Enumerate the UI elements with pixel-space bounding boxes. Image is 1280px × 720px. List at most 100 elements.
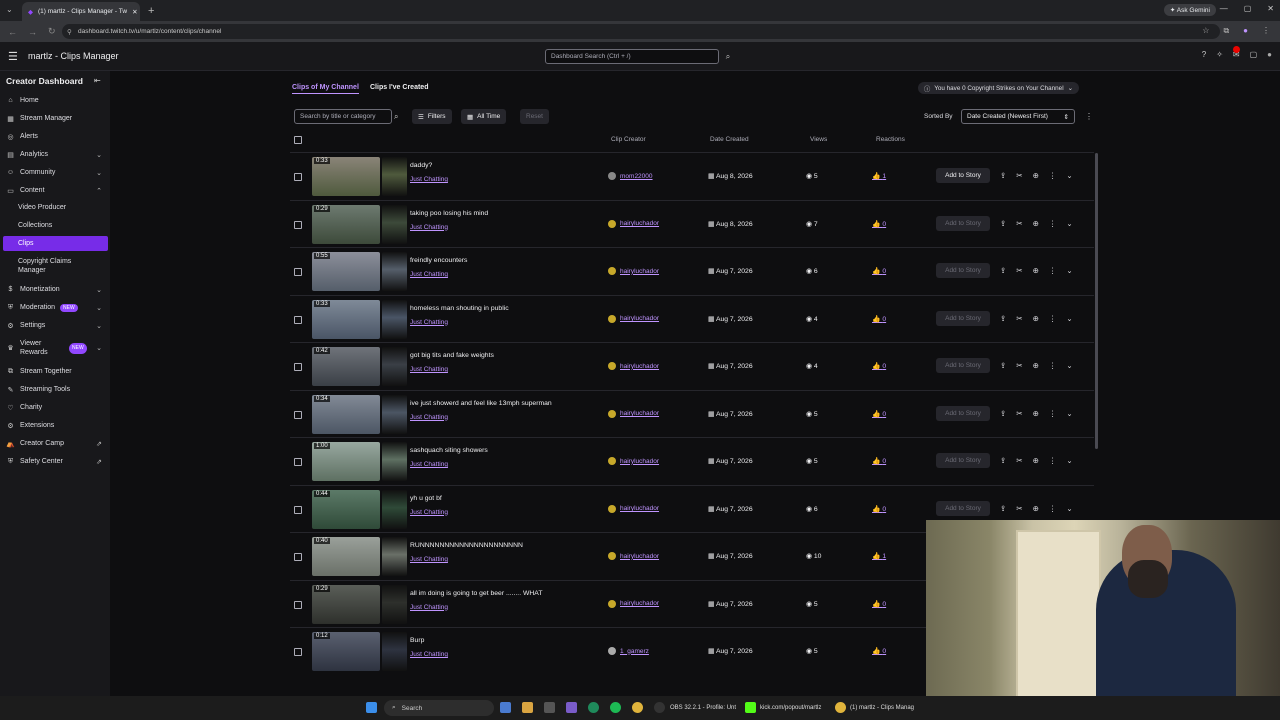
clip-category[interactable]: Just Chatting: [410, 604, 448, 611]
site-info-icon[interactable]: ⚲: [67, 28, 72, 36]
clip-thumbnail-secondary[interactable]: [382, 394, 407, 434]
clip-creator[interactable]: 1_gamerz: [608, 647, 649, 655]
more-options-icon[interactable]: ⋮: [1049, 361, 1057, 370]
taskbar-obs-label[interactable]: OBS 32.2.1 - Profile: Unt: [670, 705, 736, 711]
chevron-down-icon[interactable]: ⌄: [1066, 456, 1072, 465]
minimize-icon[interactable]: —: [1220, 4, 1228, 13]
clip-thumbnail-secondary[interactable]: [382, 299, 407, 339]
copilot-icon[interactable]: [500, 702, 511, 713]
share-icon[interactable]: ⇪: [1000, 409, 1006, 418]
filters-button[interactable]: ☰ Filters: [412, 109, 452, 124]
row-checkbox[interactable]: [294, 600, 302, 609]
row-checkbox[interactable]: [294, 220, 302, 229]
extensions-icon[interactable]: ⧉: [1223, 26, 1229, 36]
clip-reactions[interactable]: 👍 0: [872, 647, 886, 655]
clip-reactions[interactable]: 👍 0: [872, 315, 886, 323]
plus-circle-icon[interactable]: ⊕: [1033, 504, 1039, 513]
clip-category[interactable]: Just Chatting: [410, 461, 448, 468]
whispers-icon[interactable]: ▢: [1250, 50, 1258, 59]
more-options-icon[interactable]: ⋮: [1085, 112, 1093, 121]
table-row[interactable]: 1:00 sashquach siting showers Just Chatt…: [290, 437, 1094, 484]
browser-menu-icon[interactable]: ⋮: [1262, 26, 1270, 36]
sidebar-item-monetization[interactable]: $ Monetization ⌄: [6, 285, 108, 294]
scissors-icon[interactable]: ✂: [1016, 409, 1022, 418]
sidebar-item-safety-center[interactable]: ⛨ Safety Center ⇗: [6, 457, 108, 466]
sidebar-item-alerts[interactable]: ◎ Alerts: [6, 132, 108, 141]
sidebar-item-extensions[interactable]: ⚙ Extensions: [6, 421, 108, 430]
clip-reactions[interactable]: 👍 0: [872, 457, 886, 465]
sidebar-item-home[interactable]: ⌂ Home: [6, 96, 108, 105]
clip-creator[interactable]: hairyluchador: [608, 267, 659, 275]
url-field[interactable]: ⚲ dashboard.twitch.tv/u/martlz/content/c…: [62, 24, 1220, 39]
new-tab-icon[interactable]: +: [148, 5, 154, 17]
clip-creator[interactable]: mom22000: [608, 172, 653, 180]
plus-circle-icon[interactable]: ⊕: [1033, 171, 1039, 180]
chevron-down-icon[interactable]: ⌄: [1066, 266, 1072, 275]
row-checkbox[interactable]: [294, 363, 302, 371]
clip-category[interactable]: Just Chatting: [410, 224, 448, 231]
clip-category[interactable]: Just Chatting: [410, 271, 448, 278]
clip-creator[interactable]: hairyluchador: [608, 552, 659, 560]
table-row[interactable]: 0:34 ive just showerd and feel like 13mp…: [290, 389, 1094, 437]
clip-creator[interactable]: hairyluchador: [608, 409, 659, 418]
back-icon[interactable]: ←: [8, 27, 20, 37]
clip-reactions[interactable]: 👍 0: [872, 267, 886, 275]
chevron-down-icon[interactable]: ⌄: [1066, 171, 1072, 180]
clip-creator[interactable]: hairyluchador: [608, 219, 659, 228]
more-options-icon[interactable]: ⋮: [1049, 409, 1057, 418]
sidebar-item-copyright-claims[interactable]: Copyright Claims Manager: [18, 257, 98, 275]
plus-circle-icon[interactable]: ⊕: [1033, 266, 1039, 275]
chrome-icon[interactable]: [632, 702, 643, 713]
close-tab-icon[interactable]: ✕: [132, 8, 137, 16]
sidebar-item-clips[interactable]: Clips: [3, 236, 108, 251]
share-icon[interactable]: ⇪: [1000, 361, 1006, 370]
sidebar-item-moderation[interactable]: ⛨ Moderation NEW ⌄: [6, 303, 108, 312]
chevron-down-icon[interactable]: ⌄: [1066, 409, 1072, 418]
clip-reactions[interactable]: 👍 0: [872, 220, 886, 228]
clip-reactions[interactable]: 👍 1: [872, 172, 886, 180]
scissors-icon[interactable]: ✂: [1016, 314, 1022, 323]
table-row[interactable]: 0:55 freindly encounters Just Chatting h…: [290, 247, 1094, 294]
row-checkbox[interactable]: [294, 173, 302, 181]
clip-creator[interactable]: hairyluchador: [608, 457, 659, 465]
sidebar-item-content[interactable]: ▭ Content ⌃: [6, 186, 108, 195]
sidebar-item-video-producer[interactable]: Video Producer: [18, 204, 108, 211]
sidebar-item-stream-together[interactable]: ⧉ Stream Together: [6, 367, 108, 376]
share-icon[interactable]: ⇪: [1000, 219, 1006, 228]
scissors-icon[interactable]: ✂: [1016, 171, 1022, 180]
column-header-date[interactable]: Date Created: [710, 136, 749, 143]
clip-thumbnail-secondary[interactable]: [382, 347, 407, 386]
sidebar-item-stream-manager[interactable]: ▦ Stream Manager: [6, 114, 108, 123]
more-options-icon[interactable]: ⋮: [1049, 171, 1057, 180]
magic-wand-icon[interactable]: ✧: [1216, 50, 1223, 59]
plus-circle-icon[interactable]: ⊕: [1033, 314, 1039, 323]
all-time-button[interactable]: ▦ All Time: [461, 109, 507, 124]
taskbar-kick-label[interactable]: kick.com/popout/martlz: [760, 705, 821, 711]
clip-thumbnail-secondary[interactable]: [382, 584, 407, 624]
clip-thumbnail-secondary[interactable]: [382, 157, 407, 196]
obs-icon[interactable]: [654, 702, 665, 713]
share-icon[interactable]: ⇪: [1000, 314, 1006, 323]
clip-thumbnail-secondary[interactable]: [382, 252, 407, 291]
clip-category[interactable]: Just Chatting: [410, 366, 448, 373]
discord-icon[interactable]: [566, 702, 577, 713]
reload-icon[interactable]: ↻: [48, 26, 60, 37]
collapse-sidebar-icon[interactable]: ⇤: [94, 76, 101, 85]
sidebar-item-viewer-rewards[interactable]: ♛ Viewer Rewards NEW ⌄: [6, 339, 108, 357]
clip-thumbnail-secondary[interactable]: [382, 489, 407, 529]
plus-circle-icon[interactable]: ⊕: [1033, 219, 1039, 228]
scissors-icon[interactable]: ✂: [1016, 361, 1022, 370]
clip-reactions[interactable]: 👍 0: [872, 505, 886, 513]
clip-title[interactable]: taking poo losing his mind: [410, 210, 488, 217]
chevron-down-icon[interactable]: ⌄: [1066, 219, 1072, 228]
search-icon[interactable]: ⌕: [394, 109, 406, 124]
clip-title[interactable]: yh u got bf: [410, 495, 442, 502]
clip-creator[interactable]: hairyluchador: [608, 504, 659, 513]
maximize-icon[interactable]: ▢: [1244, 4, 1252, 13]
scissors-icon[interactable]: ✂: [1016, 456, 1022, 465]
browser-tab[interactable]: ◆ (1) martlz - Clips Manager - Tw ✕: [22, 2, 140, 21]
table-row[interactable]: 0:33 homeless man shouting in public Jus…: [290, 294, 1094, 342]
clip-title[interactable]: Burp: [410, 637, 424, 644]
tab-list-icon[interactable]: ⌄: [6, 5, 13, 14]
more-options-icon[interactable]: ⋮: [1049, 456, 1057, 465]
